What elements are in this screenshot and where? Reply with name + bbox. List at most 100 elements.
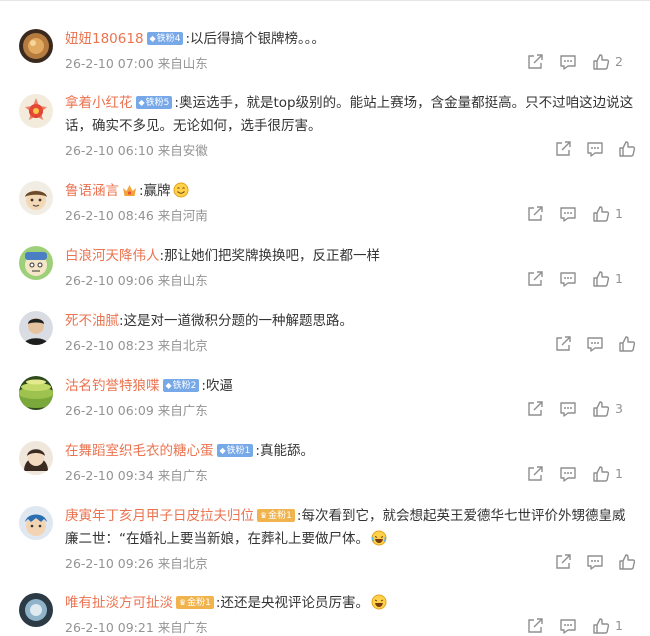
reply-button[interactable] bbox=[559, 53, 577, 71]
reply-button[interactable] bbox=[559, 270, 577, 288]
comment-icon bbox=[587, 337, 603, 352]
share-icon bbox=[556, 141, 571, 156]
avatar[interactable] bbox=[19, 376, 53, 410]
action-bar: 1 bbox=[526, 617, 636, 635]
avatar[interactable] bbox=[19, 506, 53, 540]
comment-icon bbox=[560, 619, 576, 634]
share-icon bbox=[528, 618, 543, 633]
share-button[interactable] bbox=[526, 205, 544, 223]
reply-button[interactable] bbox=[559, 205, 577, 223]
thumbs-up-icon bbox=[593, 206, 610, 222]
action-bar: 3 bbox=[526, 400, 636, 418]
diamond-icon: ◆ bbox=[219, 446, 226, 455]
share-button[interactable] bbox=[526, 400, 544, 418]
comment-text: 这是对一道微积分题的一种解题思路。 bbox=[123, 313, 354, 329]
reply-button[interactable] bbox=[586, 140, 604, 158]
fan-badge[interactable]: ◆铁粉4 bbox=[146, 32, 184, 45]
like-count: 3 bbox=[615, 401, 623, 416]
thumbs-up-icon bbox=[593, 271, 610, 287]
gold-fan-badge[interactable]: ♛金粉1 bbox=[176, 596, 214, 609]
thumbs-up-icon bbox=[593, 618, 610, 634]
share-icon bbox=[528, 54, 543, 69]
fan-badge[interactable]: ◆铁粉5 bbox=[135, 96, 173, 109]
comment-icon bbox=[560, 467, 576, 482]
like-button[interactable] bbox=[592, 270, 610, 288]
username-link[interactable]: 鲁语涵言 bbox=[65, 183, 119, 199]
share-button[interactable] bbox=[526, 465, 544, 483]
diamond-icon: ◆ bbox=[165, 381, 172, 390]
share-icon bbox=[528, 271, 543, 286]
like-button[interactable] bbox=[592, 53, 610, 71]
like-count: 2 bbox=[615, 54, 623, 69]
username-link[interactable]: 在舞蹈室织毛衣的糖心蛋 bbox=[65, 443, 214, 459]
reply-button[interactable] bbox=[586, 335, 604, 353]
like-button[interactable] bbox=[618, 335, 636, 353]
laugh-cry-emoji-icon bbox=[371, 530, 387, 554]
comment-text: 还还是央视评论员厉害。 bbox=[220, 595, 369, 611]
username-link[interactable]: 死不油腻 bbox=[65, 313, 119, 329]
share-button[interactable] bbox=[526, 270, 544, 288]
reply-button[interactable] bbox=[559, 465, 577, 483]
action-bar: 1 bbox=[526, 205, 636, 223]
username-link[interactable]: 唯有扯淡方可扯淡 bbox=[65, 595, 173, 611]
action-bar: 2 bbox=[526, 53, 636, 71]
share-icon bbox=[528, 206, 543, 221]
thumbs-up-icon bbox=[619, 141, 636, 157]
share-button[interactable] bbox=[554, 140, 572, 158]
avatar[interactable] bbox=[19, 181, 53, 215]
like-button[interactable] bbox=[592, 617, 610, 635]
avatar[interactable] bbox=[19, 593, 53, 627]
like-count: 1 bbox=[615, 206, 623, 221]
like-count: 1 bbox=[615, 271, 623, 286]
username-link[interactable]: 白浪河天降伟人 bbox=[65, 248, 160, 264]
comment-meta: 26-2-10 09:34 来自广东 bbox=[65, 468, 208, 483]
comment-meta: 26-2-10 09:21 来自广东 bbox=[65, 620, 208, 635]
like-button[interactable] bbox=[592, 465, 610, 483]
comment-icon bbox=[560, 55, 576, 70]
like-button[interactable] bbox=[618, 140, 636, 158]
comment-icon bbox=[587, 555, 603, 570]
username-link[interactable]: 沽名钓誉特狼喋 bbox=[65, 378, 160, 394]
comment-text: 赢牌 bbox=[143, 183, 171, 199]
share-button[interactable] bbox=[526, 53, 544, 71]
username-link[interactable]: 妞妞180618 bbox=[65, 31, 144, 47]
share-button[interactable] bbox=[526, 617, 544, 635]
like-count: 1 bbox=[615, 466, 623, 481]
reply-button[interactable] bbox=[559, 617, 577, 635]
avatar[interactable] bbox=[19, 94, 53, 128]
smile-emoji-icon bbox=[173, 182, 189, 206]
diamond-icon: ◆ bbox=[138, 98, 145, 107]
username-link[interactable]: 拿着小红花 bbox=[65, 95, 133, 111]
fan-badge[interactable]: ◆铁粉1 bbox=[216, 444, 254, 457]
action-bar: 1 bbox=[526, 270, 636, 288]
reply-button[interactable] bbox=[586, 553, 604, 571]
avatar[interactable] bbox=[19, 441, 53, 475]
comment-icon bbox=[560, 402, 576, 417]
thumbs-up-icon bbox=[619, 554, 636, 570]
share-icon bbox=[528, 466, 543, 481]
action-bar bbox=[554, 553, 636, 571]
laugh-emoji-icon bbox=[371, 594, 387, 618]
share-button[interactable] bbox=[554, 553, 572, 571]
reply-button[interactable] bbox=[559, 400, 577, 418]
thumbs-up-icon bbox=[593, 401, 610, 417]
share-button[interactable] bbox=[554, 335, 572, 353]
comment-meta: 26-2-10 06:09 来自广东 bbox=[65, 403, 208, 418]
member-crown-icon[interactable] bbox=[122, 183, 137, 206]
share-icon bbox=[556, 554, 571, 569]
avatar[interactable] bbox=[19, 29, 53, 63]
avatar[interactable] bbox=[19, 311, 53, 345]
comment-meta: 26-2-10 09:26 来自北京 bbox=[65, 556, 208, 571]
like-count: 1 bbox=[615, 618, 623, 633]
comment-text: 吹逼 bbox=[205, 378, 233, 394]
username-link[interactable]: 庚寅年丁亥月甲子日皮拉夫归位 bbox=[65, 508, 254, 524]
thumbs-up-icon bbox=[593, 466, 610, 482]
comment-text: 那让她们把奖牌换换吧，反正都一样 bbox=[164, 248, 381, 264]
like-button[interactable] bbox=[618, 553, 636, 571]
comment-icon bbox=[587, 142, 603, 157]
gold-fan-badge[interactable]: ♛金粉1 bbox=[257, 509, 295, 522]
like-button[interactable] bbox=[592, 205, 610, 223]
like-button[interactable] bbox=[592, 400, 610, 418]
fan-badge[interactable]: ◆铁粉2 bbox=[162, 379, 200, 392]
avatar[interactable] bbox=[19, 246, 53, 280]
